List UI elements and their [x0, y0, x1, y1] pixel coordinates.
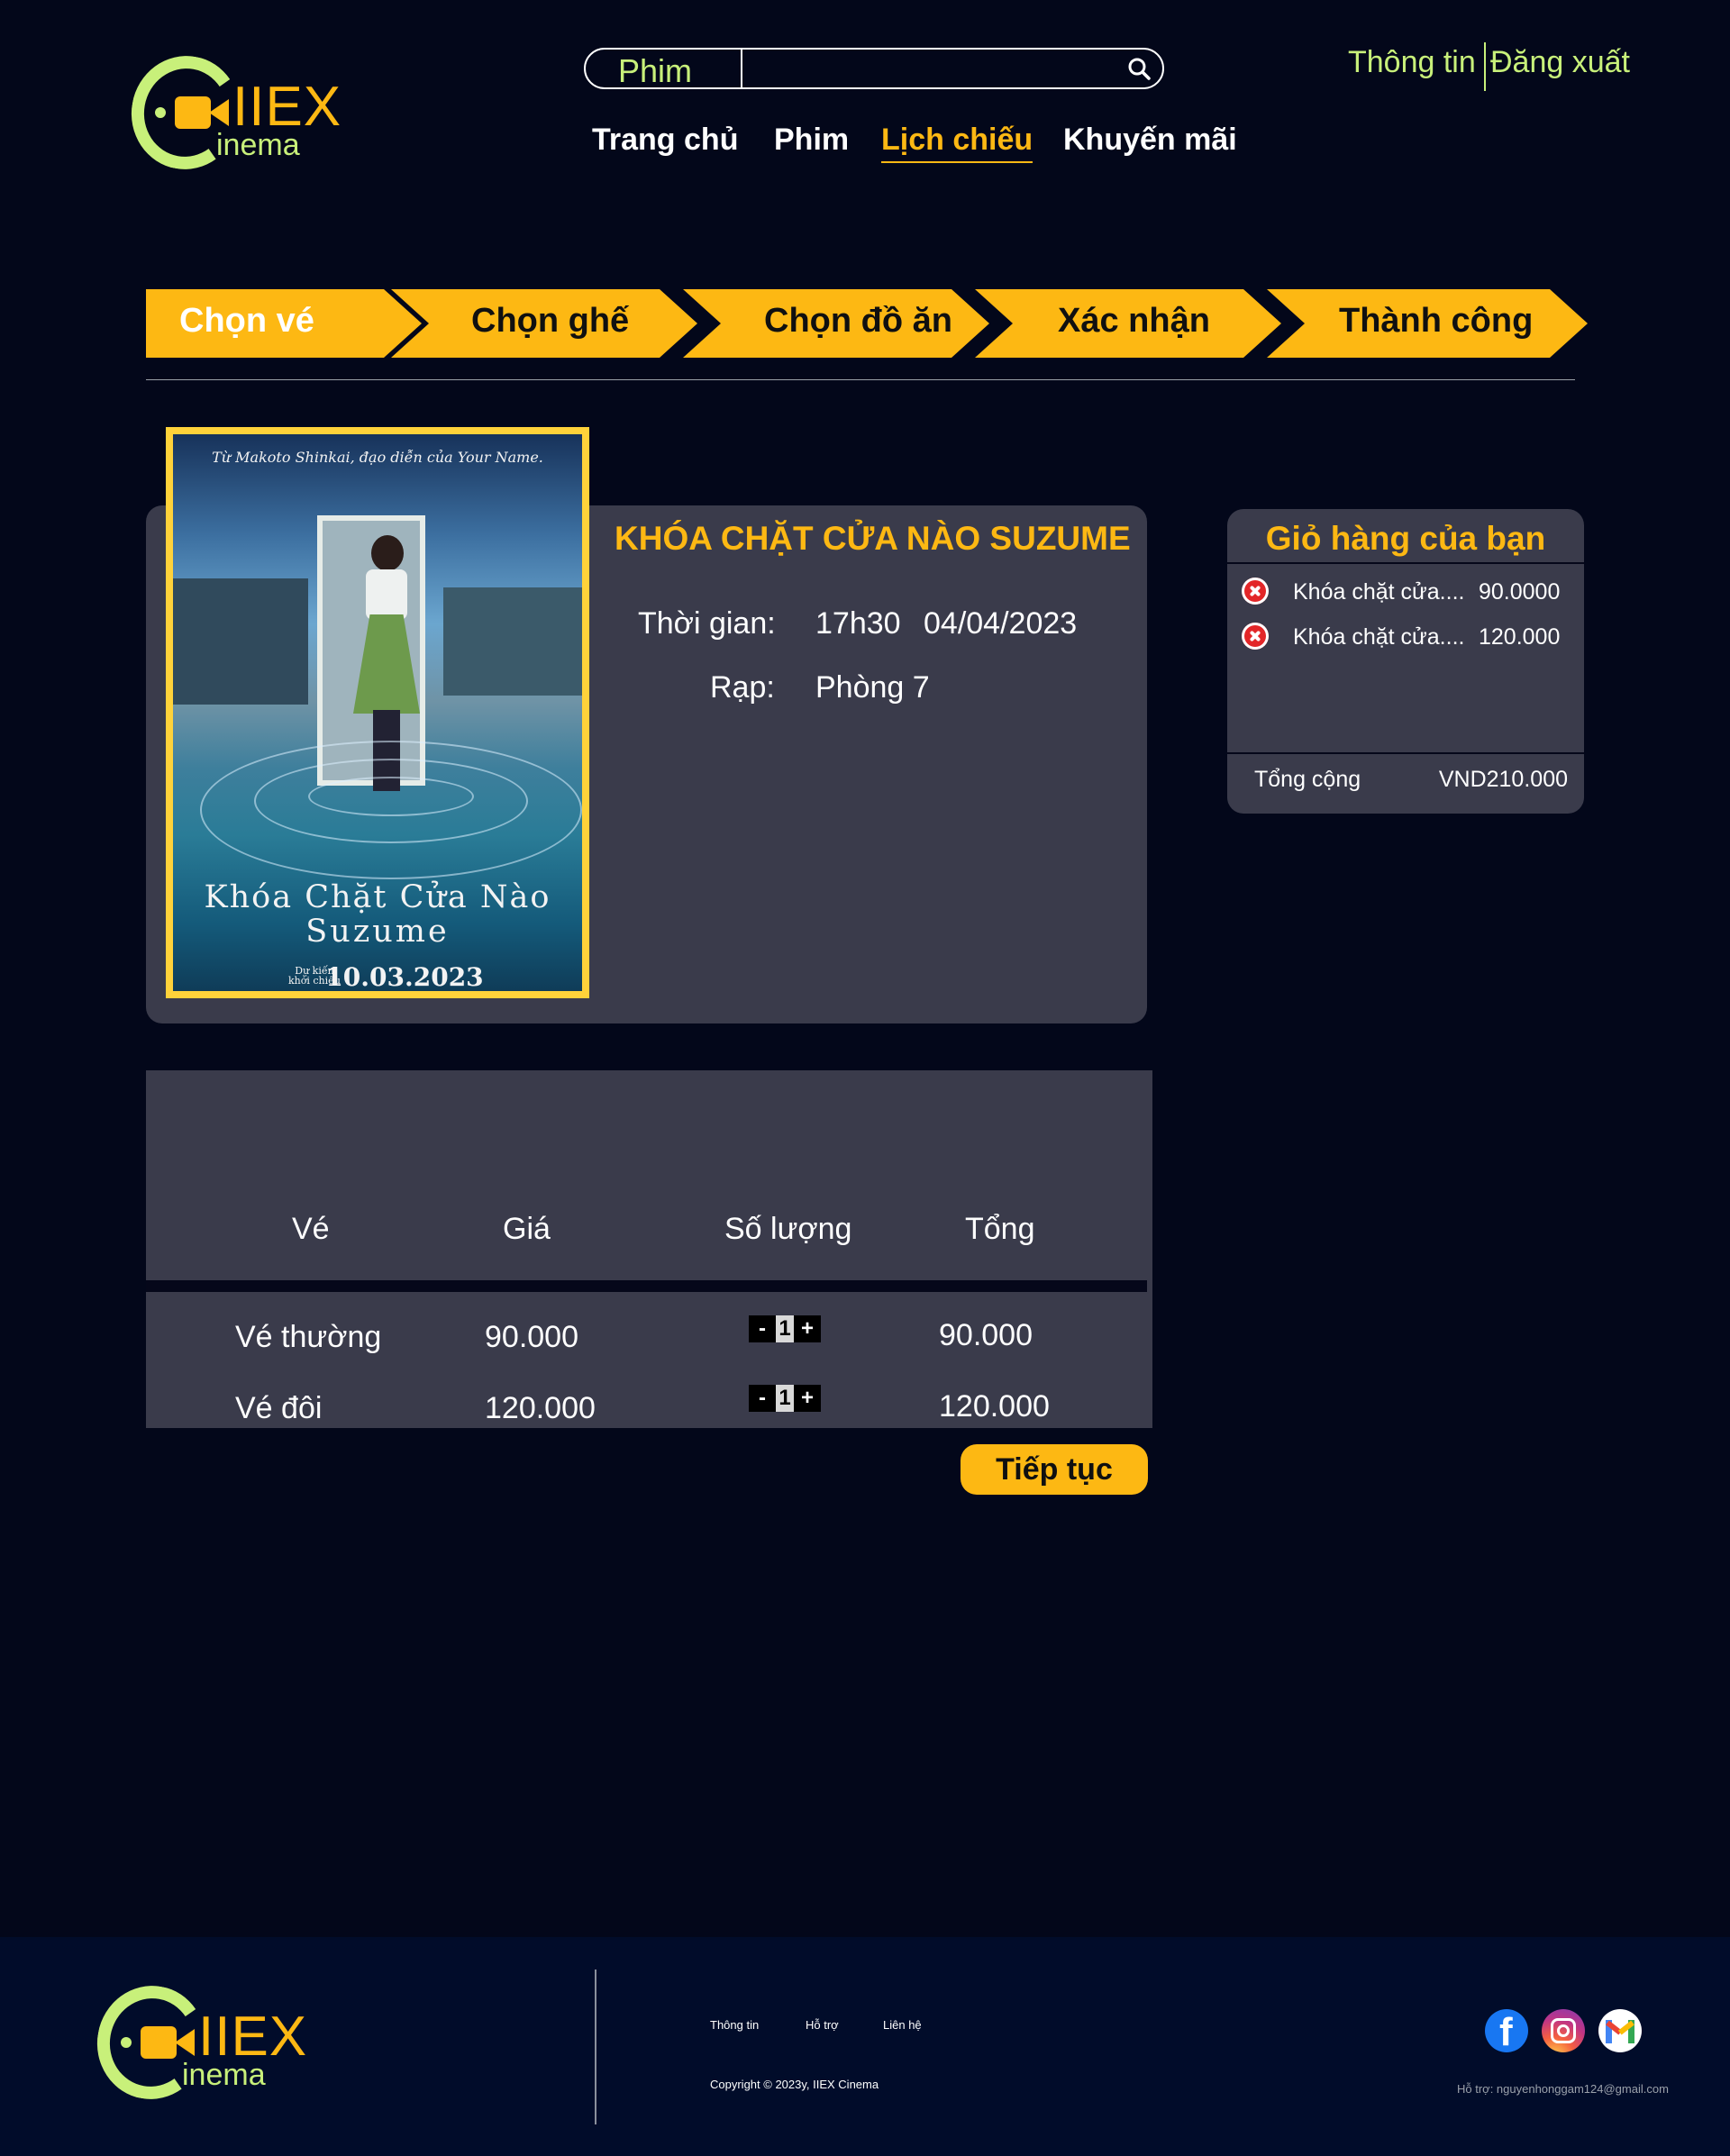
- cart-total-label: Tổng cộng: [1254, 767, 1361, 792]
- ticket-table: Vé Giá Số lượng Tổng Vé thường 90.000 - …: [146, 1070, 1152, 1428]
- nav-home[interactable]: Trang chủ: [592, 123, 738, 158]
- poster-artwork: Từ Makoto Shinkai, đạo diễn của Your Nam…: [173, 434, 582, 991]
- room-value: Phòng 7: [815, 670, 930, 705]
- ticket-type: Vé đôi: [235, 1391, 323, 1425]
- cart-item-name: Khóa chặt cửa....: [1293, 624, 1465, 650]
- cart-item-name: Khóa chặt cửa....: [1293, 579, 1465, 605]
- booking-steps: Chọn vé Chọn ghế Chọn đồ ăn Xác nhận Thà…: [146, 289, 1588, 358]
- header-price: Giá: [503, 1212, 551, 1246]
- step-choose-food[interactable]: Chọn đồ ăn: [683, 289, 989, 358]
- camera-logo-icon: [155, 107, 166, 118]
- search-category[interactable]: Phim: [618, 52, 692, 90]
- cart-total-divider: [1227, 752, 1584, 754]
- movie-title: KHÓA CHẶT CỬA NÀO SUZUME: [615, 520, 1131, 557]
- copyright: Copyright © 2023y, IIEX Cinema: [710, 2078, 879, 2091]
- poster-girl-head: [371, 535, 404, 571]
- site-logo[interactable]: IIEX inema: [122, 47, 348, 187]
- search-icon[interactable]: [1126, 56, 1152, 81]
- steps-divider: [146, 379, 1575, 380]
- logo-sub: inema: [182, 2058, 266, 2092]
- cart-header-divider: [1227, 562, 1584, 564]
- decrease-button[interactable]: -: [749, 1385, 776, 1412]
- instagram-icon[interactable]: [1542, 2009, 1585, 2052]
- ticket-type: Vé thường: [235, 1320, 382, 1354]
- cart-item: Khóa chặt cửa.... 120.000: [1227, 619, 1584, 655]
- poster-release-date: 10.03.2023: [325, 962, 484, 991]
- step-choose-seat[interactable]: Chọn ghế: [391, 289, 697, 358]
- account-divider: [1484, 42, 1486, 91]
- header-quantity: Số lượng: [724, 1212, 852, 1246]
- header-total: Tổng: [965, 1212, 1035, 1246]
- poster-girl-top: [366, 569, 407, 620]
- table-header-divider: [146, 1280, 1147, 1292]
- step-label: Xác nhận: [1058, 302, 1210, 340]
- step-label: Chọn vé: [179, 302, 314, 340]
- logo-sub: inema: [216, 128, 300, 162]
- camera-lens: [209, 99, 229, 126]
- ticket-price: 120.000: [485, 1391, 596, 1425]
- step-label: Thành công: [1339, 302, 1534, 340]
- show-time: 17h30: [815, 606, 901, 641]
- step-confirm[interactable]: Xác nhận: [975, 289, 1281, 358]
- decrease-button[interactable]: -: [749, 1315, 776, 1342]
- facebook-glyph: f: [1499, 2010, 1513, 2054]
- step-label: Chọn ghế: [471, 302, 630, 340]
- step-success[interactable]: Thành công: [1267, 289, 1588, 358]
- nav-showtimes[interactable]: Lịch chiếu: [881, 123, 1033, 163]
- increase-button[interactable]: +: [794, 1315, 821, 1342]
- quantity-stepper: - 1 +: [749, 1315, 821, 1342]
- show-date: 04/04/2023: [924, 606, 1078, 641]
- ticket-total: 120.000: [939, 1389, 1050, 1424]
- cart-item-price: 120.000: [1479, 624, 1561, 650]
- camera-lens: [175, 2029, 195, 2056]
- shopping-cart: Giỏ hàng của bạn Khóa chặt cửa.... 90.00…: [1227, 509, 1584, 814]
- remove-item-icon[interactable]: [1242, 623, 1269, 650]
- footer-link-contact[interactable]: Liên hệ: [883, 2018, 922, 2032]
- ticket-price: 90.000: [485, 1320, 578, 1354]
- time-label: Thời gian:: [638, 606, 776, 641]
- footer-logo[interactable]: IIEX inema: [87, 1977, 314, 2117]
- search-bar: Phim: [584, 48, 1164, 89]
- step-label: Chọn đồ ăn: [764, 302, 952, 340]
- poster-tagline: Từ Makoto Shinkai, đạo diễn của Your Nam…: [212, 449, 543, 466]
- ticket-total: 90.000: [939, 1318, 1033, 1352]
- facebook-icon[interactable]: f: [1485, 2009, 1528, 2054]
- cart-item-price: 90.0000: [1479, 579, 1561, 605]
- cart-item: Khóa chặt cửa.... 90.0000: [1227, 574, 1584, 610]
- quantity-stepper: - 1 +: [749, 1385, 821, 1412]
- poster-title-line1: Khóa Chặt Cửa Nào: [204, 879, 551, 915]
- increase-button[interactable]: +: [794, 1385, 821, 1412]
- nav-promotions[interactable]: Khuyến mãi: [1063, 123, 1237, 158]
- logout-link[interactable]: Đăng xuất: [1490, 45, 1630, 80]
- logo-brand: IIEX: [232, 76, 342, 138]
- camera-logo-icon: [121, 2037, 132, 2048]
- logo-brand: IIEX: [198, 2006, 308, 2068]
- continue-button[interactable]: Tiếp tục: [961, 1444, 1148, 1495]
- step-choose-ticket[interactable]: Chọn vé: [146, 289, 422, 358]
- search-divider: [741, 50, 742, 87]
- support-email: Hỗ trợ: nguyenhonggam124@gmail.com: [1457, 2082, 1669, 2096]
- poster-ruin-right: [443, 587, 582, 696]
- gmail-icon[interactable]: [1598, 2009, 1642, 2052]
- movie-poster: Từ Makoto Shinkai, đạo diễn của Your Nam…: [166, 427, 589, 998]
- poster-ruin-left: [173, 578, 308, 705]
- cart-total-value: VND210.000: [1438, 767, 1568, 792]
- footer-divider: [595, 1970, 596, 2124]
- search-input[interactable]: [750, 53, 1114, 84]
- header-ticket: Vé: [292, 1212, 330, 1246]
- quantity-value[interactable]: 1: [776, 1315, 794, 1342]
- quantity-value[interactable]: 1: [776, 1385, 794, 1412]
- cart-title: Giỏ hàng của bạn: [1265, 520, 1546, 557]
- room-label: Rạp:: [710, 670, 775, 705]
- remove-item-icon[interactable]: [1242, 578, 1269, 605]
- footer-link-support[interactable]: Hỗ trợ: [806, 2018, 839, 2032]
- poster-title-line2: Suzume: [305, 914, 450, 950]
- footer-link-info[interactable]: Thông tin: [710, 2018, 759, 2032]
- camera-body: [175, 96, 211, 129]
- camera-body: [141, 2026, 177, 2059]
- poster-ripple: [200, 741, 582, 879]
- nav-movies[interactable]: Phim: [774, 123, 849, 158]
- account-info-link[interactable]: Thông tin: [1348, 45, 1476, 80]
